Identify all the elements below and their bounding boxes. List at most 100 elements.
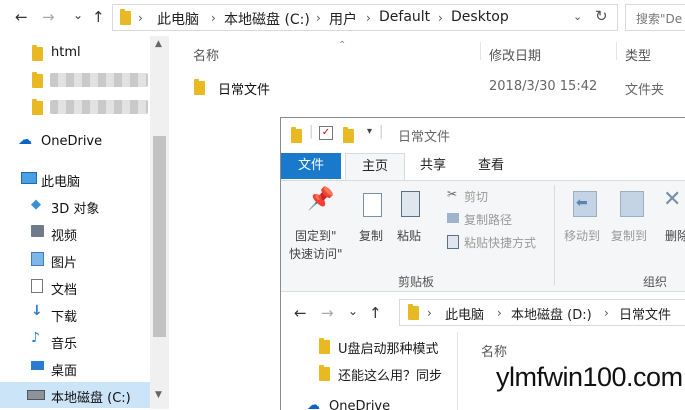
back-button[interactable]: ← [15, 8, 28, 26]
sidebar-item-label: 本地磁盘 (C:) [51, 391, 131, 406]
new-folder-icon[interactable] [343, 127, 354, 143]
recent-locations-icon[interactable]: ⌄ [73, 6, 83, 24]
sidebar-item-blurred[interactable] [0, 67, 150, 93]
search-box[interactable]: 搜索"De [625, 4, 685, 31]
inner-up-button[interactable]: ↑ [369, 304, 382, 322]
chevron-right-icon: › [211, 11, 216, 25]
chevron-right-icon: › [316, 11, 321, 25]
tree-item[interactable]: U盘启动那种模式 [281, 336, 456, 358]
sidebar-item-html[interactable]: html [0, 40, 150, 66]
column-divider[interactable] [616, 42, 617, 60]
sidebar-item-onedrive[interactable]: ☁ OneDrive [0, 129, 150, 155]
tab-home[interactable]: 主页 [345, 153, 405, 180]
address-bar[interactable]: › 此电脑 › 本地磁盘 (C:) › 用户 › Default › Deskt… [112, 4, 618, 31]
sidebar-item-label: OneDrive [41, 134, 103, 149]
pin-label-line1: 固定到" [295, 229, 337, 243]
copy-path-label: 复制路径 [464, 213, 513, 227]
music-icon: ♪ [31, 330, 40, 346]
breadcrumb-item[interactable]: 日常文件 [619, 304, 671, 323]
folder-icon [319, 365, 330, 381]
forward-button[interactable]: → [42, 8, 55, 26]
sidebar-item-desktop[interactable]: 桌面 [0, 355, 150, 381]
breadcrumb-item[interactable]: 用户 [329, 9, 357, 29]
title-bar[interactable]: | ✓ ▾ | 日常文件 [281, 118, 685, 150]
breadcrumb-item[interactable]: Default [379, 9, 430, 25]
group-label-organize: 组织 [643, 275, 668, 289]
breadcrumb-item[interactable]: 本地磁盘 (D:) [511, 304, 592, 323]
sidebar-item-pictures[interactable]: 图片 [0, 247, 150, 273]
properties-icon[interactable]: ✓ [319, 126, 333, 140]
folder-icon [408, 304, 419, 320]
tree-item-label: OneDrive [329, 399, 391, 410]
paste-button[interactable]: 粘贴 [395, 187, 429, 267]
tab-share[interactable]: 共享 [405, 153, 461, 179]
title-separator: | [379, 124, 384, 139]
sidebar-item-videos[interactable]: 视频 [0, 220, 150, 246]
sidebar-item-label: 图片 [51, 256, 78, 271]
desktop-icon [31, 361, 44, 370]
column-header-date[interactable]: 修改日期 [489, 45, 541, 64]
sidebar-scrollbar[interactable]: ▲ ▼ [150, 36, 169, 409]
chevron-right-icon: › [427, 306, 432, 320]
picture-icon [31, 252, 44, 266]
sidebar-item-c-drive[interactable]: 本地磁盘 (C:) [0, 382, 150, 408]
up-button[interactable]: ↑ [92, 8, 105, 26]
inner-forward-button[interactable]: → [321, 304, 334, 322]
sidebar-item-3d-objects[interactable]: ◆ 3D 对象 [0, 193, 150, 219]
column-divider[interactable] [480, 42, 481, 60]
column-header-type[interactable]: 类型 [625, 45, 651, 64]
pane-divider[interactable] [457, 332, 458, 410]
sidebar-item-blurred[interactable] [0, 94, 150, 120]
file-type: 文件夹 [625, 83, 665, 98]
column-header-name[interactable]: 名称 [193, 45, 219, 64]
pin-quick-access-button[interactable]: 📌 固定到" 快速访问" [287, 187, 355, 267]
copy-path-button[interactable]: 复制路径 [445, 210, 555, 228]
inner-recent-icon[interactable]: ⌄ [348, 302, 358, 320]
copy-to-button[interactable]: 复制到 [609, 187, 655, 267]
scroll-down-icon[interactable]: ▼ [155, 390, 162, 400]
sidebar-item-documents[interactable]: 文档 [0, 274, 150, 300]
move-to-label: 移动到 [564, 229, 601, 243]
chevron-down-icon[interactable]: ⌄ [573, 10, 582, 23]
copy-path-icon [447, 213, 459, 223]
file-name: 日常文件 [218, 83, 271, 98]
inner-address-bar[interactable]: › 此电脑 › 本地磁盘 (D:) › 日常文件 [399, 299, 685, 326]
blurred-label [50, 73, 148, 87]
chevron-right-icon: › [438, 11, 443, 25]
breadcrumb-item[interactable]: 此电脑 [445, 304, 484, 323]
sidebar-item-music[interactable]: ♪ 音乐 [0, 328, 150, 354]
sidebar-item-this-pc[interactable]: 此电脑 [0, 166, 150, 192]
qat-dropdown-icon[interactable]: ▾ [367, 126, 372, 137]
tree-item[interactable]: 还能这么用？同步 [281, 363, 456, 385]
refresh-icon[interactable]: ↻ [595, 7, 608, 25]
inner-back-button[interactable]: ← [294, 304, 307, 322]
scroll-up-icon[interactable]: ▲ [155, 39, 162, 49]
tab-view[interactable]: 查看 [463, 153, 519, 179]
watermark-text: ylmfwin100.com [496, 362, 683, 392]
copy-button[interactable]: 复制 [357, 187, 391, 267]
copy-label: 复制 [359, 229, 384, 243]
folder-icon [32, 72, 43, 88]
cut-button[interactable]: ✂ 剪切 [445, 187, 555, 205]
sidebar-item-label: 此电脑 [41, 175, 81, 190]
sidebar-item-downloads[interactable]: ↓ 下载 [0, 301, 150, 327]
tab-file[interactable]: 文件 [281, 153, 341, 179]
move-to-button[interactable]: ⬅ 移动到 [562, 187, 608, 267]
folder-icon [120, 9, 131, 25]
inner-column-header-name[interactable]: 名称 [481, 341, 507, 360]
chevron-right-icon: › [604, 306, 609, 320]
paste-shortcut-icon [447, 235, 459, 249]
breadcrumb-item[interactable]: Desktop [451, 9, 509, 25]
cloud-icon: ☁ [18, 132, 32, 148]
scrollbar-thumb[interactable] [153, 136, 166, 337]
window-title: 日常文件 [398, 130, 451, 145]
tree-item-onedrive[interactable]: ☁ OneDrive [281, 398, 456, 410]
paste-shortcut-button[interactable]: 粘贴快捷方式 [445, 233, 565, 251]
breadcrumb-item[interactable]: 此电脑 [157, 9, 199, 29]
delete-x-icon: ✕ [663, 187, 682, 212]
navigation-pane: html ☁ OneDrive 此电脑 ◆ 3D 对象 视频 图片 文档 ↓ 下… [0, 36, 170, 409]
breadcrumb-item[interactable]: 本地磁盘 (C:) [224, 9, 310, 29]
file-row[interactable]: 日常文件 2018/3/30 15:42 文件夹 [185, 76, 685, 98]
chevron-right-icon: › [366, 11, 371, 25]
delete-button[interactable]: ✕ 删除 [659, 187, 685, 267]
